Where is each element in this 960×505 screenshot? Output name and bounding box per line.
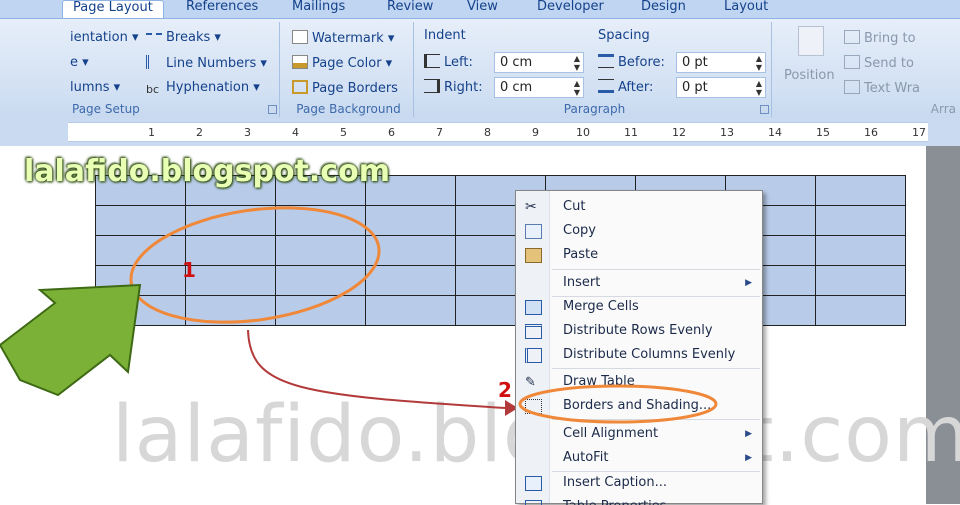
annotation-number-2: 2: [498, 378, 512, 402]
highlight-ellipse-2: [518, 384, 718, 424]
annotation-overlay-2: [518, 384, 718, 424]
